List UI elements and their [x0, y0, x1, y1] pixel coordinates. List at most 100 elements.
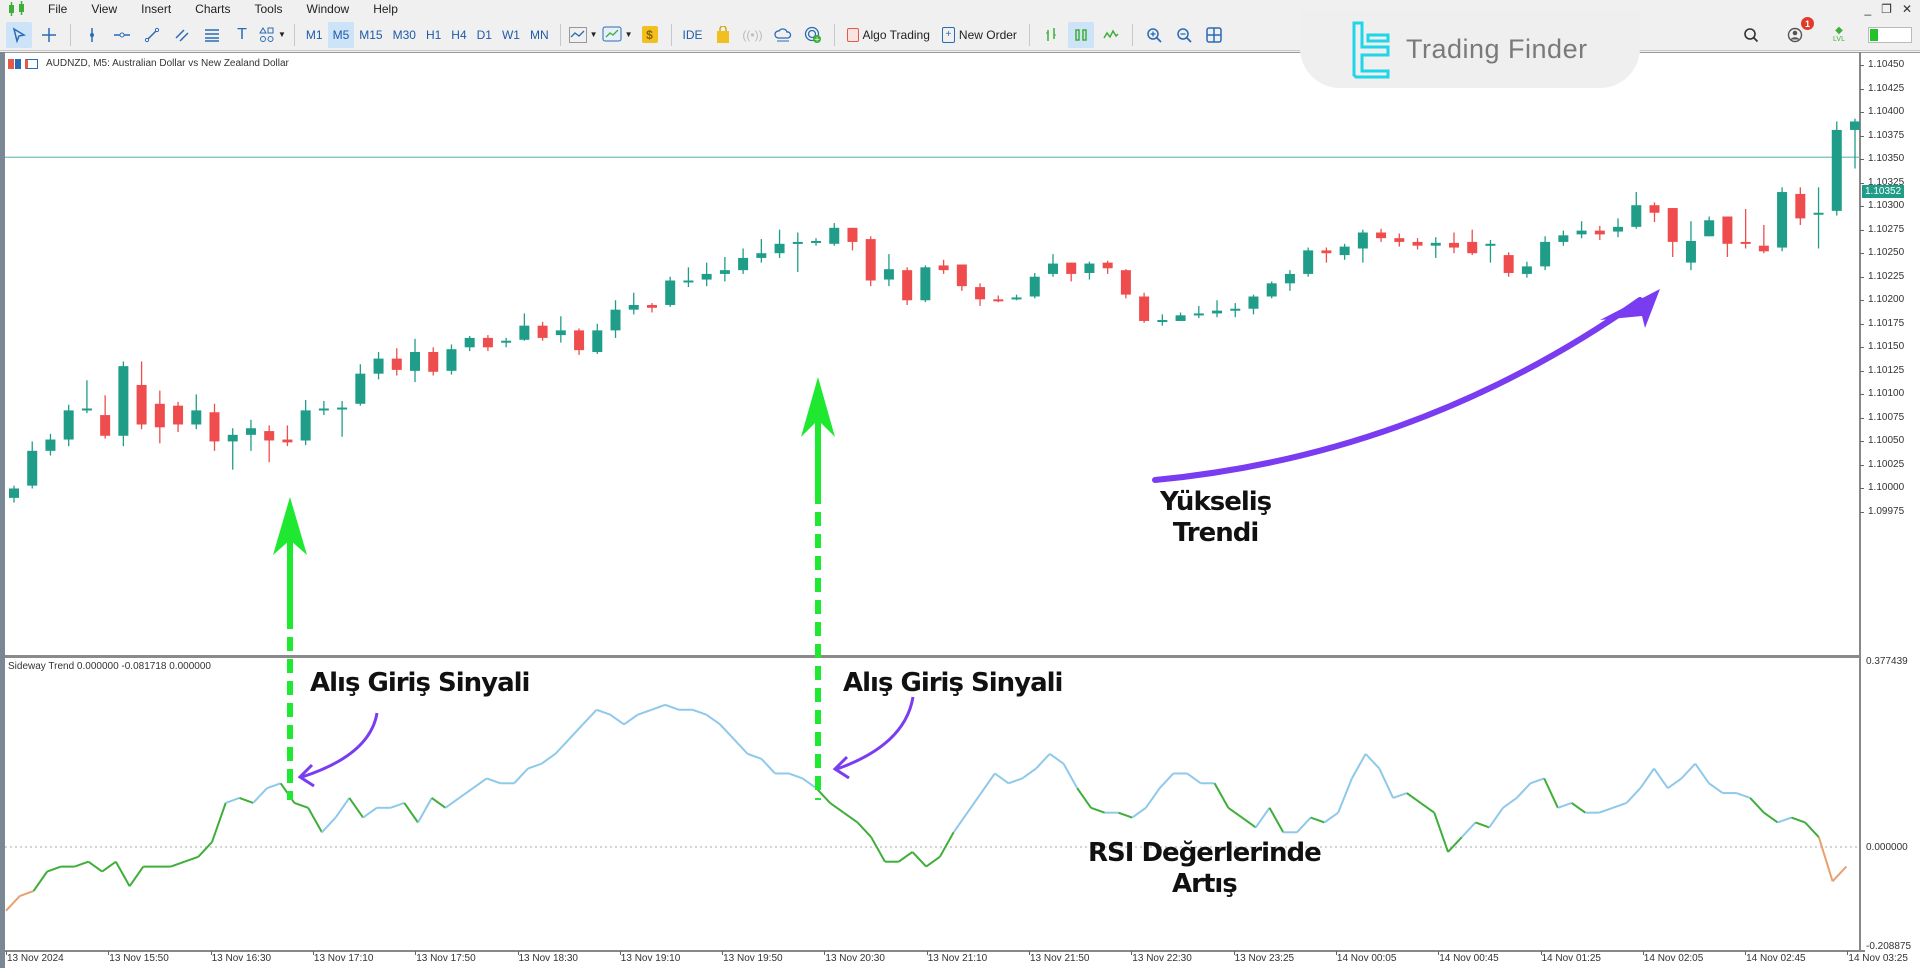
timeframe-d1[interactable]: D1: [472, 22, 497, 48]
candle-body: [1795, 193, 1806, 219]
indicators-button[interactable]: ▼: [568, 22, 598, 48]
timeframe-w1[interactable]: W1: [497, 22, 525, 48]
cursor-icon: [12, 26, 27, 43]
indicator-segment: [1310, 816, 1325, 824]
timeframe-m15[interactable]: M15: [354, 22, 387, 48]
time-tick-label: 14 Nov 00:05: [1336, 953, 1397, 964]
ide-button[interactable]: IDE: [678, 22, 708, 48]
chevron-down-icon: ▼: [278, 30, 286, 39]
menu-file[interactable]: File: [38, 2, 81, 16]
vps-button[interactable]: [770, 22, 796, 48]
channel-button[interactable]: [169, 22, 195, 48]
candle-body: [446, 349, 457, 371]
crosshair-tool-button[interactable]: [36, 22, 62, 48]
candle: [683, 267, 694, 288]
candle: [337, 400, 348, 437]
candle-body: [574, 330, 585, 351]
candle: [1394, 233, 1405, 247]
indicator-segment: [348, 797, 364, 819]
restore-button[interactable]: ❐: [1881, 2, 1892, 16]
candle: [1540, 236, 1551, 271]
time-tick-label: 13 Nov 22:30: [1132, 953, 1192, 964]
time-tick-label: 14 Nov 02:45: [1746, 953, 1806, 964]
candle: [1740, 208, 1751, 249]
horizontal-line-button[interactable]: [109, 22, 135, 48]
annotation-trend-line1: Yükseliş: [1160, 487, 1272, 517]
indicator-axis-top: 0.377439: [1866, 656, 1908, 667]
account-button[interactable]: 1: [1782, 17, 1814, 48]
search-button[interactable]: [1738, 22, 1764, 48]
candle: [446, 344, 457, 375]
indicator-segment: [19, 890, 34, 897]
candle: [1631, 192, 1642, 229]
candle: [665, 276, 676, 307]
candle-body: [264, 431, 275, 441]
shop-button[interactable]: [710, 22, 736, 48]
market-button[interactable]: $: [637, 22, 663, 48]
candlestick-chart-button[interactable]: [1067, 21, 1094, 48]
templates-button[interactable]: ▼: [602, 22, 633, 48]
candle: [719, 256, 730, 282]
zoom-out-button[interactable]: [1171, 22, 1197, 48]
price-tick: [1860, 323, 1864, 325]
timeframe-h1[interactable]: H1: [421, 22, 446, 48]
menu-tools[interactable]: Tools: [245, 2, 297, 16]
indicator-segment: [788, 772, 803, 780]
candle-body: [646, 304, 657, 308]
close-button[interactable]: ✕: [1902, 2, 1912, 16]
price-tick: [1860, 394, 1864, 396]
candle-body: [1521, 266, 1532, 274]
time-tick: [619, 951, 621, 955]
candle: [1704, 216, 1715, 237]
text-tool-button[interactable]: T: [229, 22, 255, 48]
indicator-segment: [1708, 782, 1724, 794]
indicator-segment: [1804, 821, 1820, 838]
broadcast-icon: ((•)): [742, 27, 763, 42]
time-tick-label: 13 Nov 17:10: [313, 953, 374, 964]
menu-window[interactable]: Window: [297, 2, 364, 16]
cursor-tool-button[interactable]: [6, 21, 32, 48]
candle: [1248, 294, 1259, 315]
signals-button[interactable]: ((•)): [740, 22, 766, 48]
timeframe-m30[interactable]: M30: [388, 22, 421, 48]
new-order-label: New Order: [958, 27, 1017, 42]
indicator-segment: [74, 860, 89, 868]
candle: [136, 361, 147, 430]
tile-windows-button[interactable]: [1201, 22, 1227, 48]
indicator-segment: [1488, 807, 1504, 828]
timeframe-m5[interactable]: M5: [327, 21, 355, 48]
community-button[interactable]: +: [800, 22, 826, 48]
timeframe-m1[interactable]: M1: [301, 22, 328, 48]
minimize-button[interactable]: _: [1864, 2, 1871, 16]
fibonacci-button[interactable]: [199, 22, 225, 48]
candle: [1175, 312, 1186, 321]
line-chart-button[interactable]: [1098, 22, 1124, 48]
candle-body: [27, 450, 38, 486]
indicator-segment: [1680, 762, 1696, 780]
price-chart[interactable]: [0, 52, 1920, 660]
vertical-line-button[interactable]: [79, 22, 105, 48]
app-logo-icon: [6, 1, 28, 17]
zoom-in-button[interactable]: [1141, 22, 1167, 48]
time-axis-line: [5, 950, 1865, 952]
time-tick-label: 13 Nov 23:25: [1234, 953, 1295, 964]
indicator-chart[interactable]: [0, 656, 1920, 952]
candle-body: [1011, 297, 1022, 300]
new-order-button[interactable]: + New Order: [936, 26, 1023, 43]
candle-body: [45, 439, 56, 451]
bar-chart-button[interactable]: [1038, 22, 1064, 48]
algo-trading-button[interactable]: Algo Trading: [841, 27, 936, 42]
chevron-down-icon: ▼: [624, 30, 633, 39]
candle-body: [774, 243, 785, 254]
menu-charts[interactable]: Charts: [185, 2, 244, 16]
timeframe-mn[interactable]: MN: [525, 22, 554, 48]
menu-help[interactable]: Help: [363, 2, 412, 16]
candle-body: [1649, 205, 1660, 213]
shapes-button[interactable]: ▼: [259, 22, 286, 48]
menu-insert[interactable]: Insert: [131, 2, 185, 16]
menu-view[interactable]: View: [81, 2, 131, 16]
indicator-segment: [1502, 797, 1518, 809]
trendline-button[interactable]: [139, 22, 165, 48]
level-button[interactable]: ◆ LVL: [1826, 22, 1852, 48]
timeframe-h4[interactable]: H4: [446, 22, 471, 48]
